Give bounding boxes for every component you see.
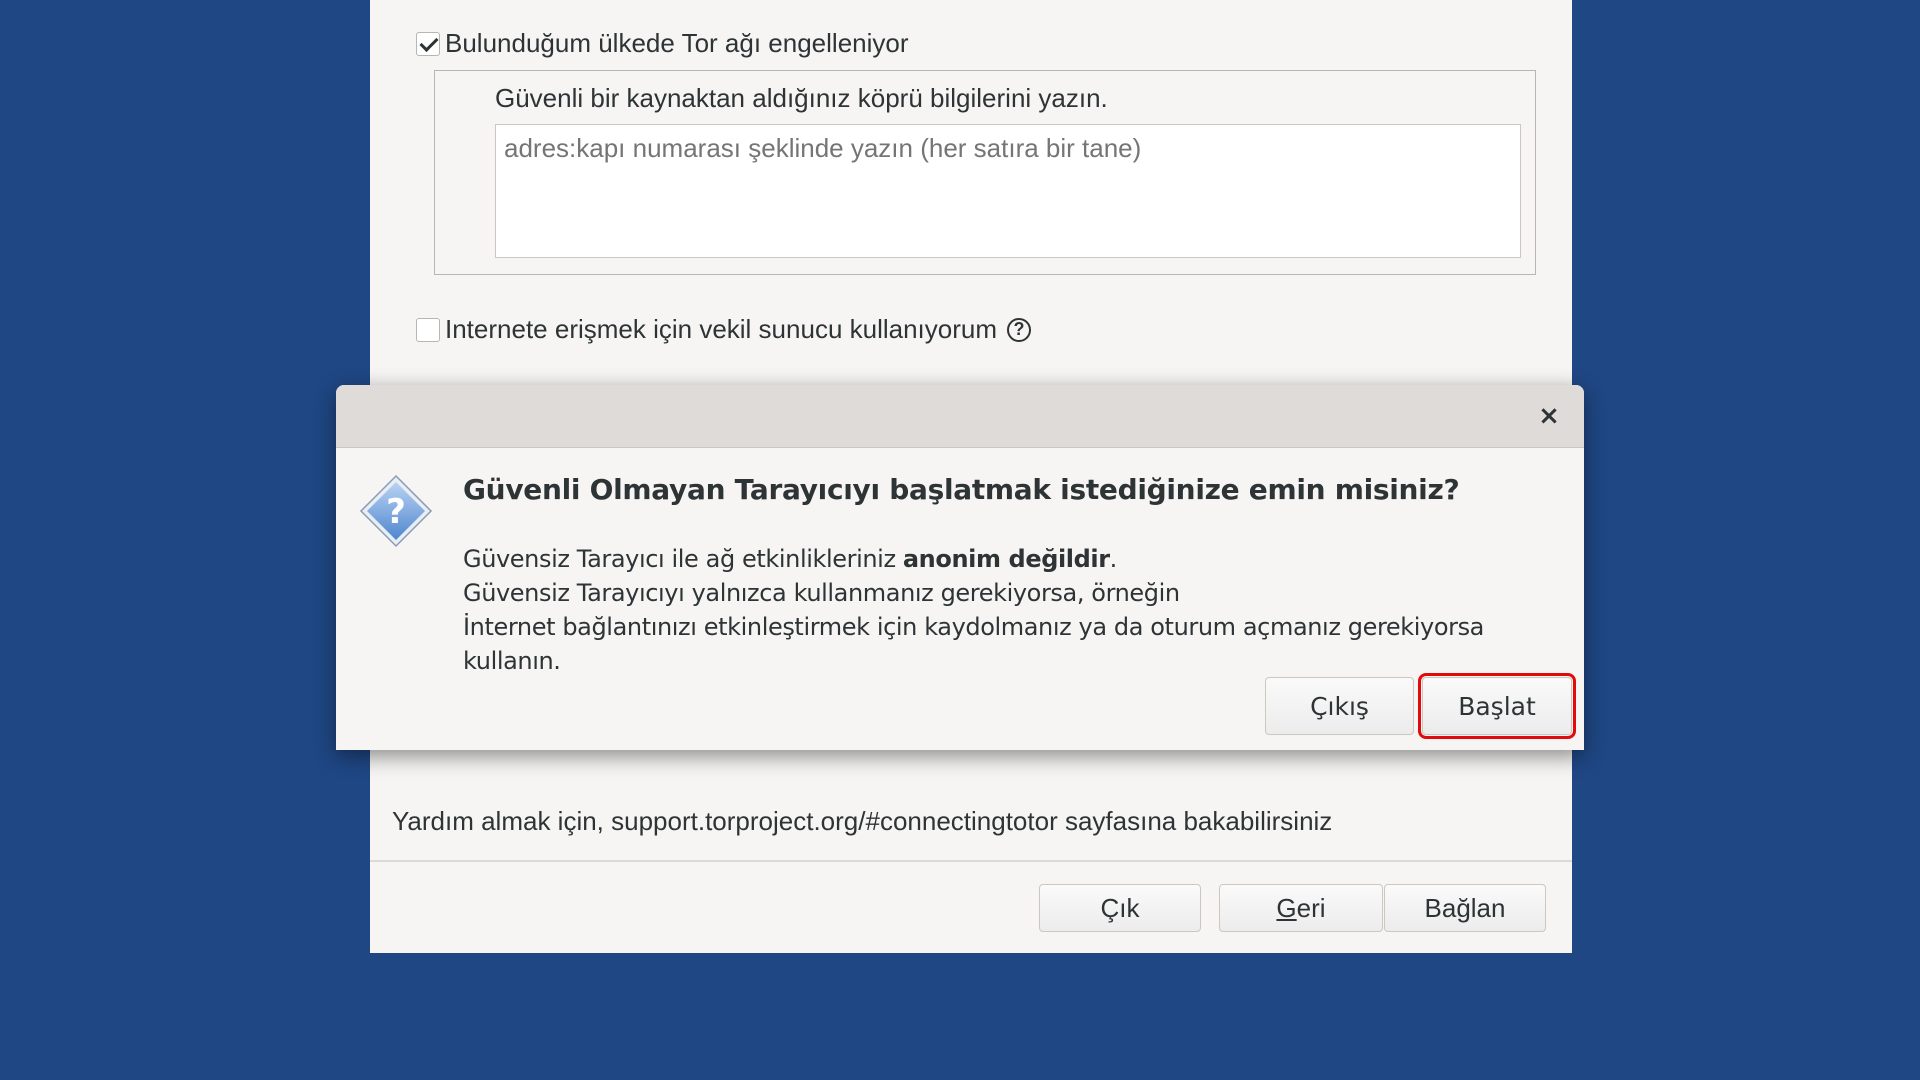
exit-button-label: Çıkış [1310, 691, 1369, 721]
connect-button[interactable]: Bağlan [1384, 884, 1546, 932]
start-button-label: Başlat [1458, 691, 1536, 721]
message-line-1: Güvensiz Tarayıcı ile ağ etkinlikleriniz… [463, 545, 1117, 573]
anonymity-warning: anonim değildir [902, 545, 1110, 573]
question-icon: ? [359, 474, 433, 548]
connect-button-label: Bağlan [1424, 892, 1506, 923]
message-line-3: İnternet bağlantınızı etkinleştirmek içi… [463, 613, 1484, 675]
proxy-checkbox[interactable] [416, 317, 440, 342]
proxy-checkbox-label[interactable]: Internete erişmek için vekil sunucu kull… [445, 314, 997, 345]
message-line-2: Güvensiz Tarayıcıyı yalnızca kullanmanız… [463, 579, 1180, 607]
dialog-title: Güvenli Olmayan Tarayıcıyı başlatmak ist… [463, 473, 1460, 506]
bridge-checkbox-row[interactable]: Bulunduğum ülkede Tor ağı engelleniyor [416, 28, 909, 59]
start-button[interactable]: Başlat [1418, 673, 1576, 739]
proxy-checkbox-row[interactable]: Internete erişmek için vekil sunucu kull… [416, 314, 1032, 345]
bridge-checkbox[interactable] [416, 31, 440, 56]
dialog-header: × [336, 385, 1584, 448]
close-icon[interactable]: × [1532, 399, 1566, 433]
back-button-label: Geri [1276, 892, 1326, 923]
help-text: Yardım almak için, support.torproject.or… [392, 806, 1333, 836]
bridge-settings-frame: Güvenli bir kaynaktan aldığınız köprü bi… [434, 70, 1536, 275]
help-icon[interactable]: ? [1007, 317, 1032, 342]
unsafe-browser-dialog: × ? Güvenli Olmayan Tarayıcıyı başlatmak… [336, 385, 1584, 750]
button-separator [370, 860, 1572, 862]
dialog-message: Güvensiz Tarayıcı ile ağ etkinlikleriniz… [463, 542, 1584, 678]
quit-button[interactable]: Çık [1039, 884, 1201, 932]
exit-button[interactable]: Çıkış [1265, 677, 1414, 735]
quit-button-label: Çık [1100, 892, 1140, 923]
bridge-checkbox-label[interactable]: Bulunduğum ülkede Tor ağı engelleniyor [445, 28, 909, 59]
back-button[interactable]: Geri [1219, 884, 1383, 932]
svg-text:?: ? [386, 492, 406, 532]
bridge-input[interactable] [495, 124, 1521, 258]
bridge-instruction: Güvenli bir kaynaktan aldığınız köprü bi… [495, 83, 1108, 113]
